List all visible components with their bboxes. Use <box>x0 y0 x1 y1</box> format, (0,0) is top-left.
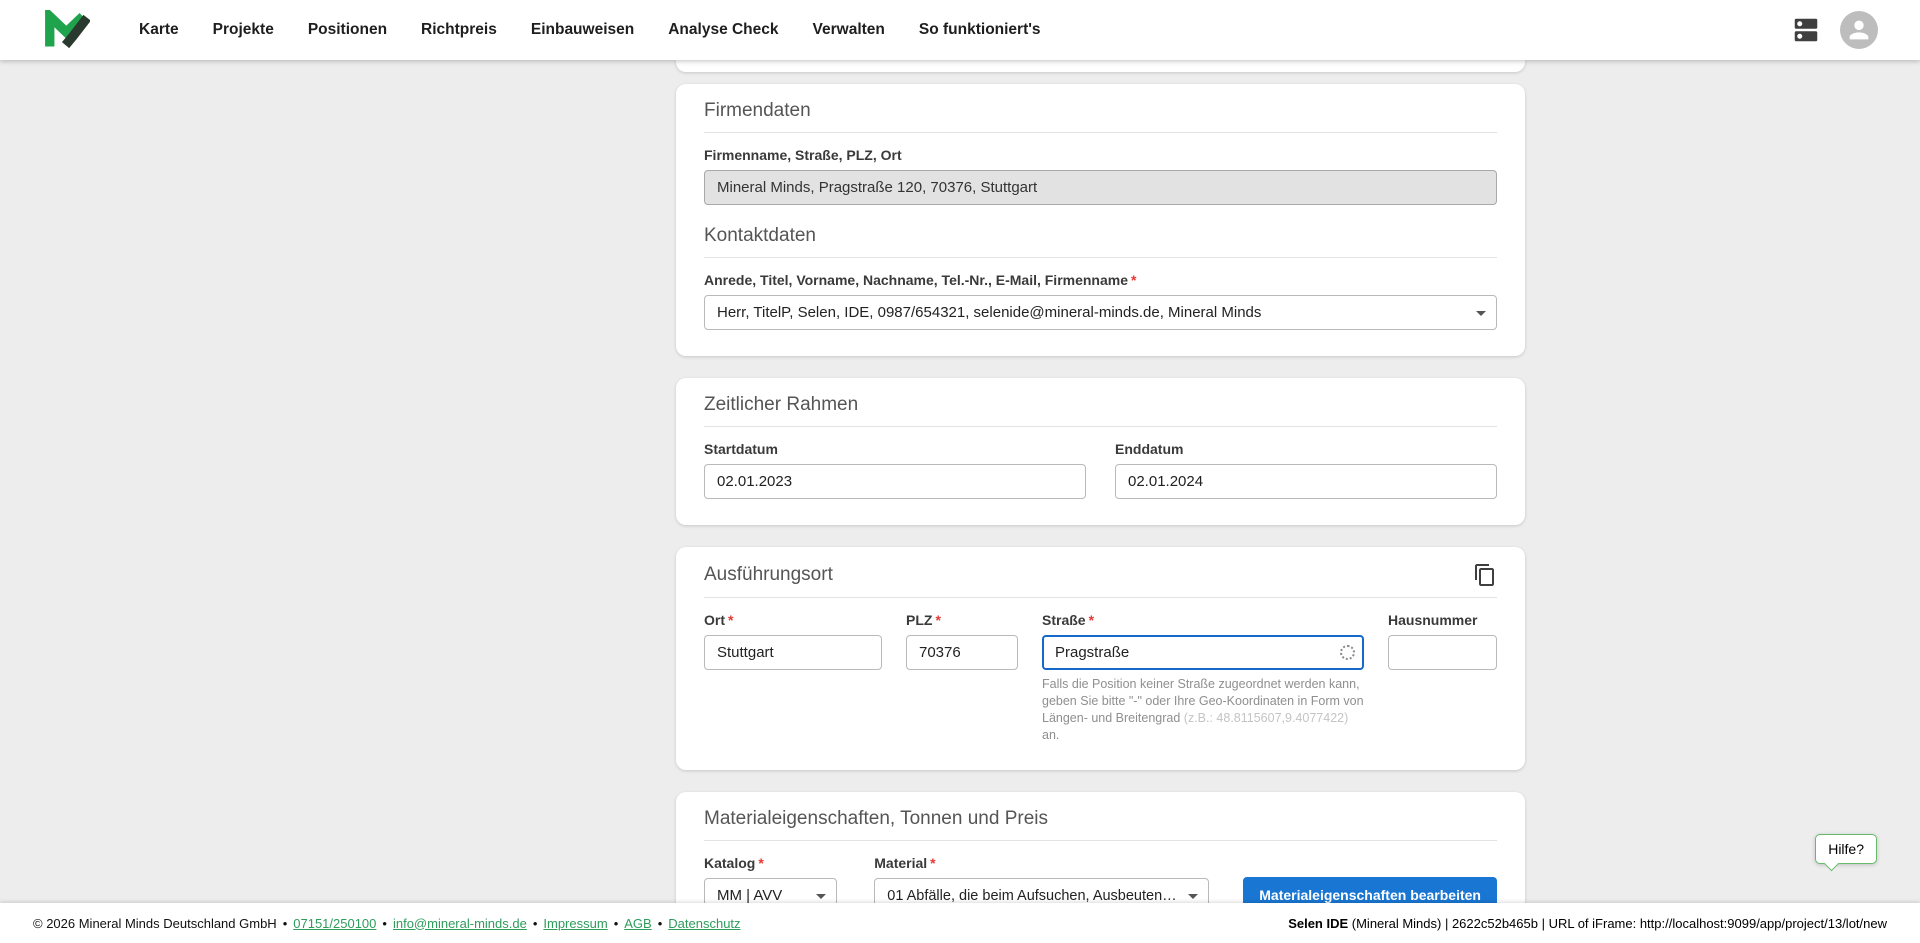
kontakt-select[interactable]: Herr, TitelP, Selen, IDE, 0987/654321, s… <box>704 295 1497 330</box>
firmendaten-card: Firmendaten Firmenname, Straße, PLZ, Ort… <box>676 84 1525 356</box>
divider <box>704 257 1497 258</box>
mineral-minds-logo-icon <box>44 10 90 50</box>
katalog-label: Katalog* <box>704 855 837 871</box>
nav-analyse-check[interactable]: Analyse Check <box>651 0 795 60</box>
footer-separator: • <box>283 916 288 931</box>
chevron-down-icon <box>1469 301 1493 325</box>
footer-debug-info: Selen IDE (Mineral Minds) | 2622c52b465b… <box>1288 916 1887 931</box>
kontakt-label: Anrede, Titel, Vorname, Nachname, Tel.-N… <box>704 272 1497 288</box>
zeitraum-title: Zeitlicher Rahmen <box>704 394 1497 416</box>
nav-einbauweisen[interactable]: Einbauweisen <box>514 0 651 60</box>
footer-link-agb[interactable]: AGB <box>624 916 651 931</box>
footer-link-impressum[interactable]: Impressum <box>543 916 607 931</box>
required-asterisk: * <box>935 612 940 628</box>
enddatum-input[interactable] <box>1115 464 1497 499</box>
top-navbar: Karte Projekte Positionen Richtpreis Ein… <box>0 0 1920 60</box>
material-select-value: 01 Abfälle, die beim Aufsuchen, Ausbeute… <box>887 888 1180 904</box>
footer-separator: • <box>533 916 538 931</box>
ausfuehrungsort-title: Ausführungsort <box>704 564 833 586</box>
footer: © 2026 Mineral Minds Deutschland GmbH • … <box>0 903 1920 943</box>
plz-label: PLZ* <box>906 612 1018 628</box>
plz-label-text: PLZ <box>906 612 932 628</box>
server-icon[interactable] <box>1790 14 1822 46</box>
nav-positionen[interactable]: Positionen <box>291 0 404 60</box>
enddatum-label: Enddatum <box>1115 441 1497 457</box>
divider <box>704 597 1497 598</box>
footer-ide-name: Selen IDE <box>1288 916 1348 931</box>
mineral-minds-logo[interactable] <box>44 10 90 50</box>
kontakt-label-text: Anrede, Titel, Vorname, Nachname, Tel.-N… <box>704 272 1128 288</box>
ausfuehrungsort-card: Ausführungsort Ort* PLZ* Straße* <box>676 547 1525 770</box>
material-label: Material* <box>874 855 1209 871</box>
startdatum-label: Startdatum <box>704 441 1086 457</box>
footer-link-phone[interactable]: 07151/250100 <box>293 916 376 931</box>
footer-separator: • <box>658 916 663 931</box>
required-asterisk: * <box>758 855 763 871</box>
strasse-input-wrap <box>1042 635 1364 670</box>
ort-label-text: Ort <box>704 612 725 628</box>
material-title: Materialeigenschaften, Tonnen und Preis <box>704 808 1497 830</box>
katalog-select-value: MM | AVV <box>717 887 782 904</box>
required-asterisk: * <box>1089 612 1094 628</box>
ausfuehrungsort-row: Ort* PLZ* Straße* Falls die Po <box>704 612 1497 744</box>
footer-left: © 2026 Mineral Minds Deutschland GmbH • … <box>33 916 741 931</box>
plz-field: PLZ* <box>906 612 1018 670</box>
strasse-label: Straße* <box>1042 612 1364 628</box>
divider <box>704 426 1497 427</box>
helper-text-end: an. <box>1042 728 1059 742</box>
ort-label: Ort* <box>704 612 882 628</box>
firmenname-label: Firmenname, Straße, PLZ, Ort <box>704 147 1497 163</box>
footer-iframe-url: (Mineral Minds) | 2622c52b465b | URL of … <box>1348 916 1887 931</box>
nav-richtpreis[interactable]: Richtpreis <box>404 0 514 60</box>
zeitlicher-rahmen-card: Zeitlicher Rahmen Startdatum Enddatum <box>676 378 1525 525</box>
nav-verwalten[interactable]: Verwalten <box>796 0 902 60</box>
nav-karte[interactable]: Karte <box>122 0 196 60</box>
hausnummer-label: Hausnummer <box>1388 612 1497 628</box>
nav-so-funktionierts[interactable]: So funktioniert's <box>902 0 1058 60</box>
copy-icon[interactable] <box>1473 563 1497 587</box>
firmendaten-title: Firmendaten <box>704 100 1497 122</box>
firmenname-input <box>704 170 1497 205</box>
firmenname-label-text: Firmenname, Straße, PLZ, Ort <box>704 147 902 163</box>
nav-projekte[interactable]: Projekte <box>196 0 291 60</box>
main-nav: Karte Projekte Positionen Richtpreis Ein… <box>122 0 1058 60</box>
footer-separator: • <box>614 916 619 931</box>
hausnummer-field: Hausnummer <box>1388 612 1497 670</box>
strasse-helper-text: Falls die Position keiner Straße zugeord… <box>1042 676 1364 744</box>
divider <box>704 132 1497 133</box>
ausfuehrungsort-header: Ausführungsort <box>704 563 1497 587</box>
required-asterisk: * <box>728 612 733 628</box>
katalog-label-text: Katalog <box>704 855 755 871</box>
footer-link-datenschutz[interactable]: Datenschutz <box>668 916 740 931</box>
strasse-field: Straße* Falls die Position keiner Straße… <box>1042 612 1364 744</box>
hausnummer-input[interactable] <box>1388 635 1497 670</box>
footer-separator: • <box>382 916 387 931</box>
kontaktdaten-title: Kontaktdaten <box>704 225 1497 247</box>
ort-input[interactable] <box>704 635 882 670</box>
startdatum-field: Startdatum <box>704 441 1086 499</box>
loading-spinner-icon <box>1340 645 1355 660</box>
partial-card-top <box>676 60 1525 72</box>
required-asterisk: * <box>1131 272 1136 288</box>
navbar-right <box>1790 11 1878 49</box>
startdatum-input[interactable] <box>704 464 1086 499</box>
footer-link-email[interactable]: info@mineral-minds.de <box>393 916 527 931</box>
copyright-text: © 2026 Mineral Minds Deutschland GmbH <box>33 916 277 931</box>
material-label-text: Material <box>874 855 927 871</box>
divider <box>704 840 1497 841</box>
ort-field: Ort* <box>704 612 882 670</box>
person-icon <box>1845 16 1873 44</box>
help-button-label: Hilfe? <box>1828 841 1864 857</box>
zeitraum-row: Startdatum Enddatum <box>704 441 1497 499</box>
strasse-label-text: Straße <box>1042 612 1086 628</box>
kontakt-select-value: Herr, TitelP, Selen, IDE, 0987/654321, s… <box>717 304 1261 321</box>
plz-input[interactable] <box>906 635 1018 670</box>
strasse-input[interactable] <box>1042 635 1364 670</box>
helper-text-example: (z.B.: 48.8115607,9.4077422) <box>1184 711 1348 725</box>
required-asterisk: * <box>930 855 935 871</box>
page-content: Firmendaten Firmenname, Straße, PLZ, Ort… <box>0 60 1920 943</box>
help-button[interactable]: Hilfe? <box>1815 834 1877 864</box>
user-avatar[interactable] <box>1840 11 1878 49</box>
enddatum-field: Enddatum <box>1115 441 1497 499</box>
